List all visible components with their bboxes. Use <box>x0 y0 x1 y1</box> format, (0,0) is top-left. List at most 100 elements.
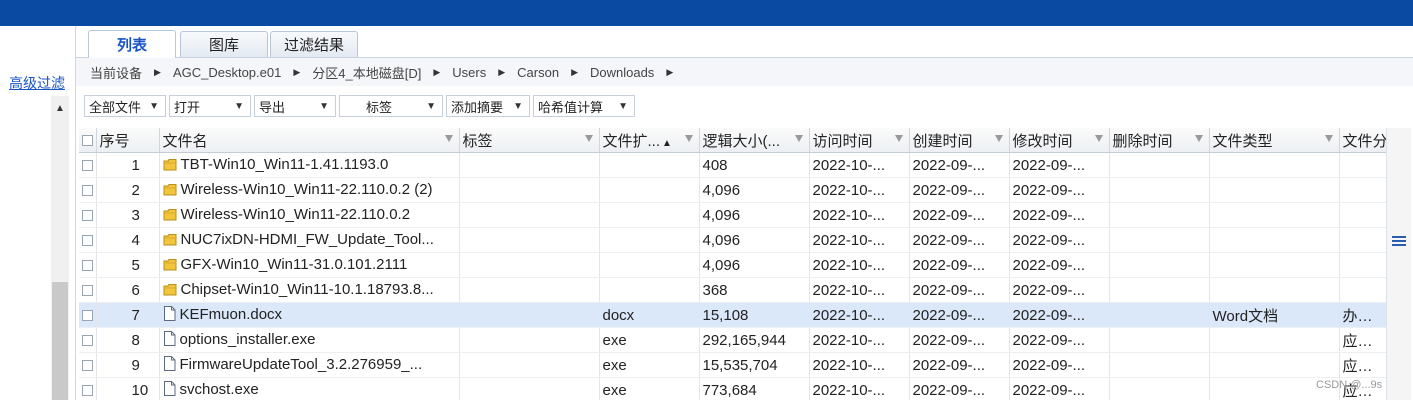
file-icon <box>163 330 176 350</box>
table-row[interactable]: 7 KEFmuon.docx docx 15,108 2022-10-... 2022-0… <box>79 302 1389 328</box>
cell-file-category <box>1339 227 1389 253</box>
cell-file-category <box>1339 252 1389 278</box>
breadcrumb-users[interactable]: Users <box>452 65 486 80</box>
breadcrumb-separator-icon: ▶ <box>293 66 301 77</box>
row-checkbox[interactable] <box>79 377 97 400</box>
tab-filter-results[interactable]: 过滤结果 <box>270 31 358 57</box>
cell-file-type <box>1209 177 1340 203</box>
cell-create-time: 2022-09-... <box>909 252 1010 278</box>
cell-tag <box>459 202 600 228</box>
chevron-down-icon: ▼ <box>513 100 523 112</box>
row-checkbox[interactable] <box>79 277 97 303</box>
table-row[interactable]: 5 GFX-Win10_Win11-31.0.101.2111 4,096 2022-… <box>79 252 1389 278</box>
table-row[interactable]: 3 Wireless-Win10_Win11-22.110.0.2 4,096 202… <box>79 202 1389 228</box>
filter-icon <box>684 135 693 142</box>
cell-extension: docx <box>599 302 700 328</box>
table-row[interactable]: 4 NUC7ixDN-HDMI_FW_Update_Tool... 4,096 202… <box>79 227 1389 253</box>
row-checkbox[interactable] <box>79 227 97 253</box>
cell-extension: exe <box>599 327 700 353</box>
cell-filename: Wireless-Win10_Win11-22.110.0.2 (2) <box>159 177 460 203</box>
filter-icon <box>1094 135 1103 142</box>
column-header-extension[interactable]: 文件扩... ▲ <box>599 128 700 153</box>
breadcrumb-downloads[interactable]: Downloads <box>590 65 654 80</box>
table-row[interactable]: 8 options_installer.exe exe 292,165,944 2022… <box>79 327 1389 353</box>
column-header-index[interactable]: 序号 <box>96 128 160 153</box>
column-header-filename[interactable]: 文件名 <box>159 128 460 153</box>
dropdown-label: 全部文件 <box>89 99 142 115</box>
column-header-modify-time[interactable]: 修改时间 <box>1009 128 1110 153</box>
table-row[interactable]: 1 TBT-Win10_Win11-1.41.1193.0 408 2022-10-.… <box>79 152 1389 178</box>
breadcrumb-device[interactable]: 当前设备 <box>90 63 142 82</box>
chevron-down-icon: ▼ <box>319 100 329 112</box>
dropdown-label: 添加摘要 <box>451 99 504 115</box>
table-row[interactable]: 10 svchost.exe exe 773,684 2022-10-... 2022-0… <box>79 377 1389 400</box>
cell-access-time: 2022-10-... <box>809 227 910 253</box>
add-digest-dropdown[interactable]: 添加摘要 ▼ <box>446 95 530 117</box>
tab-list[interactable]: 列表 <box>88 30 176 58</box>
cell-file-type <box>1209 202 1340 228</box>
select-all-checkbox[interactable] <box>79 128 97 153</box>
column-header-delete-time[interactable]: 删除时间 <box>1109 128 1210 153</box>
breadcrumb-separator-icon: ▶ <box>666 66 674 77</box>
cell-index: 5 <box>96 252 160 278</box>
cell-index: 1 <box>96 152 160 178</box>
advanced-filter-link[interactable]: 高级过滤 <box>9 73 65 93</box>
tag-dropdown[interactable]: 标签 ▼ <box>339 95 443 117</box>
cell-tag <box>459 277 600 303</box>
cell-delete-time <box>1109 252 1210 278</box>
table-row[interactable]: 6 Chipset-Win10_Win11-10.1.18793.8... 368 2… <box>79 277 1389 303</box>
cell-index: 6 <box>96 277 160 303</box>
breadcrumb-partition[interactable]: 分区4_本地磁盘[D] <box>312 63 421 82</box>
cell-index: 10 <box>96 377 160 400</box>
column-header-file-type[interactable]: 文件类型 <box>1209 128 1340 153</box>
filter-icon <box>894 135 903 142</box>
file-icon <box>163 305 176 325</box>
table-vertical-scrollbar[interactable] <box>1386 128 1411 400</box>
left-panel-scrollbar[interactable]: ▲ <box>51 96 69 400</box>
column-header-file-category[interactable]: 文件分 <box>1339 128 1389 153</box>
row-checkbox[interactable] <box>79 152 97 178</box>
column-header-logical-size[interactable]: 逻辑大小(... <box>699 128 810 153</box>
cell-index: 2 <box>96 177 160 203</box>
column-header-access-time[interactable]: 访问时间 <box>809 128 910 153</box>
cell-extension <box>599 277 700 303</box>
scroll-grip-icon[interactable] <box>1392 236 1406 248</box>
cell-delete-time <box>1109 152 1210 178</box>
filename-text: options_installer.exe <box>179 330 316 348</box>
all-files-dropdown[interactable]: 全部文件 ▼ <box>84 95 166 117</box>
tab-gallery[interactable]: 图库 <box>180 31 268 57</box>
breadcrumb-evidence[interactable]: AGC_Desktop.e01 <box>173 65 281 80</box>
breadcrumb-separator-icon: ▶ <box>571 66 578 77</box>
cell-tag <box>459 327 600 353</box>
table-row[interactable]: 2 Wireless-Win10_Win11-22.110.0.2 (2) 4,09… <box>79 177 1389 203</box>
file-icon <box>163 355 176 375</box>
row-checkbox[interactable] <box>79 352 97 378</box>
column-header-tag[interactable]: 标签 <box>459 128 600 153</box>
hash-calc-dropdown[interactable]: 哈希值计算 ▼ <box>533 95 635 117</box>
export-dropdown[interactable]: 导出 ▼ <box>254 95 336 117</box>
cell-logical-size: 4,096 <box>699 177 810 203</box>
row-checkbox[interactable] <box>79 252 97 278</box>
cell-delete-time <box>1109 377 1210 400</box>
cell-logical-size: 15,108 <box>699 302 810 328</box>
cell-delete-time <box>1109 277 1210 303</box>
scroll-up-arrow-icon[interactable]: ▲ <box>51 96 69 120</box>
table-row[interactable]: 9 FirmwareUpdateTool_3.2.276959_... exe 15,… <box>79 352 1389 378</box>
filename-text: Wireless-Win10_Win11-22.110.0.2 (2) <box>180 180 433 198</box>
row-checkbox[interactable] <box>79 327 97 353</box>
cell-index: 8 <box>96 327 160 353</box>
scroll-thumb[interactable] <box>52 282 68 400</box>
cell-create-time: 2022-09-... <box>909 352 1010 378</box>
chevron-down-icon: ▼ <box>149 100 159 112</box>
row-checkbox[interactable] <box>79 202 97 228</box>
row-checkbox[interactable] <box>79 302 97 328</box>
dropdown-label: 导出 <box>259 99 286 115</box>
open-dropdown[interactable]: 打开 ▼ <box>169 95 251 117</box>
cell-modify-time: 2022-09-... <box>1009 227 1110 253</box>
row-checkbox[interactable] <box>79 177 97 203</box>
view-tabs: 列表 图库 过滤结果 <box>76 26 1413 58</box>
breadcrumb-carson[interactable]: Carson <box>517 65 559 80</box>
cell-file-category <box>1339 177 1389 203</box>
column-header-create-time[interactable]: 创建时间 <box>909 128 1010 153</box>
file-icon <box>163 380 176 400</box>
